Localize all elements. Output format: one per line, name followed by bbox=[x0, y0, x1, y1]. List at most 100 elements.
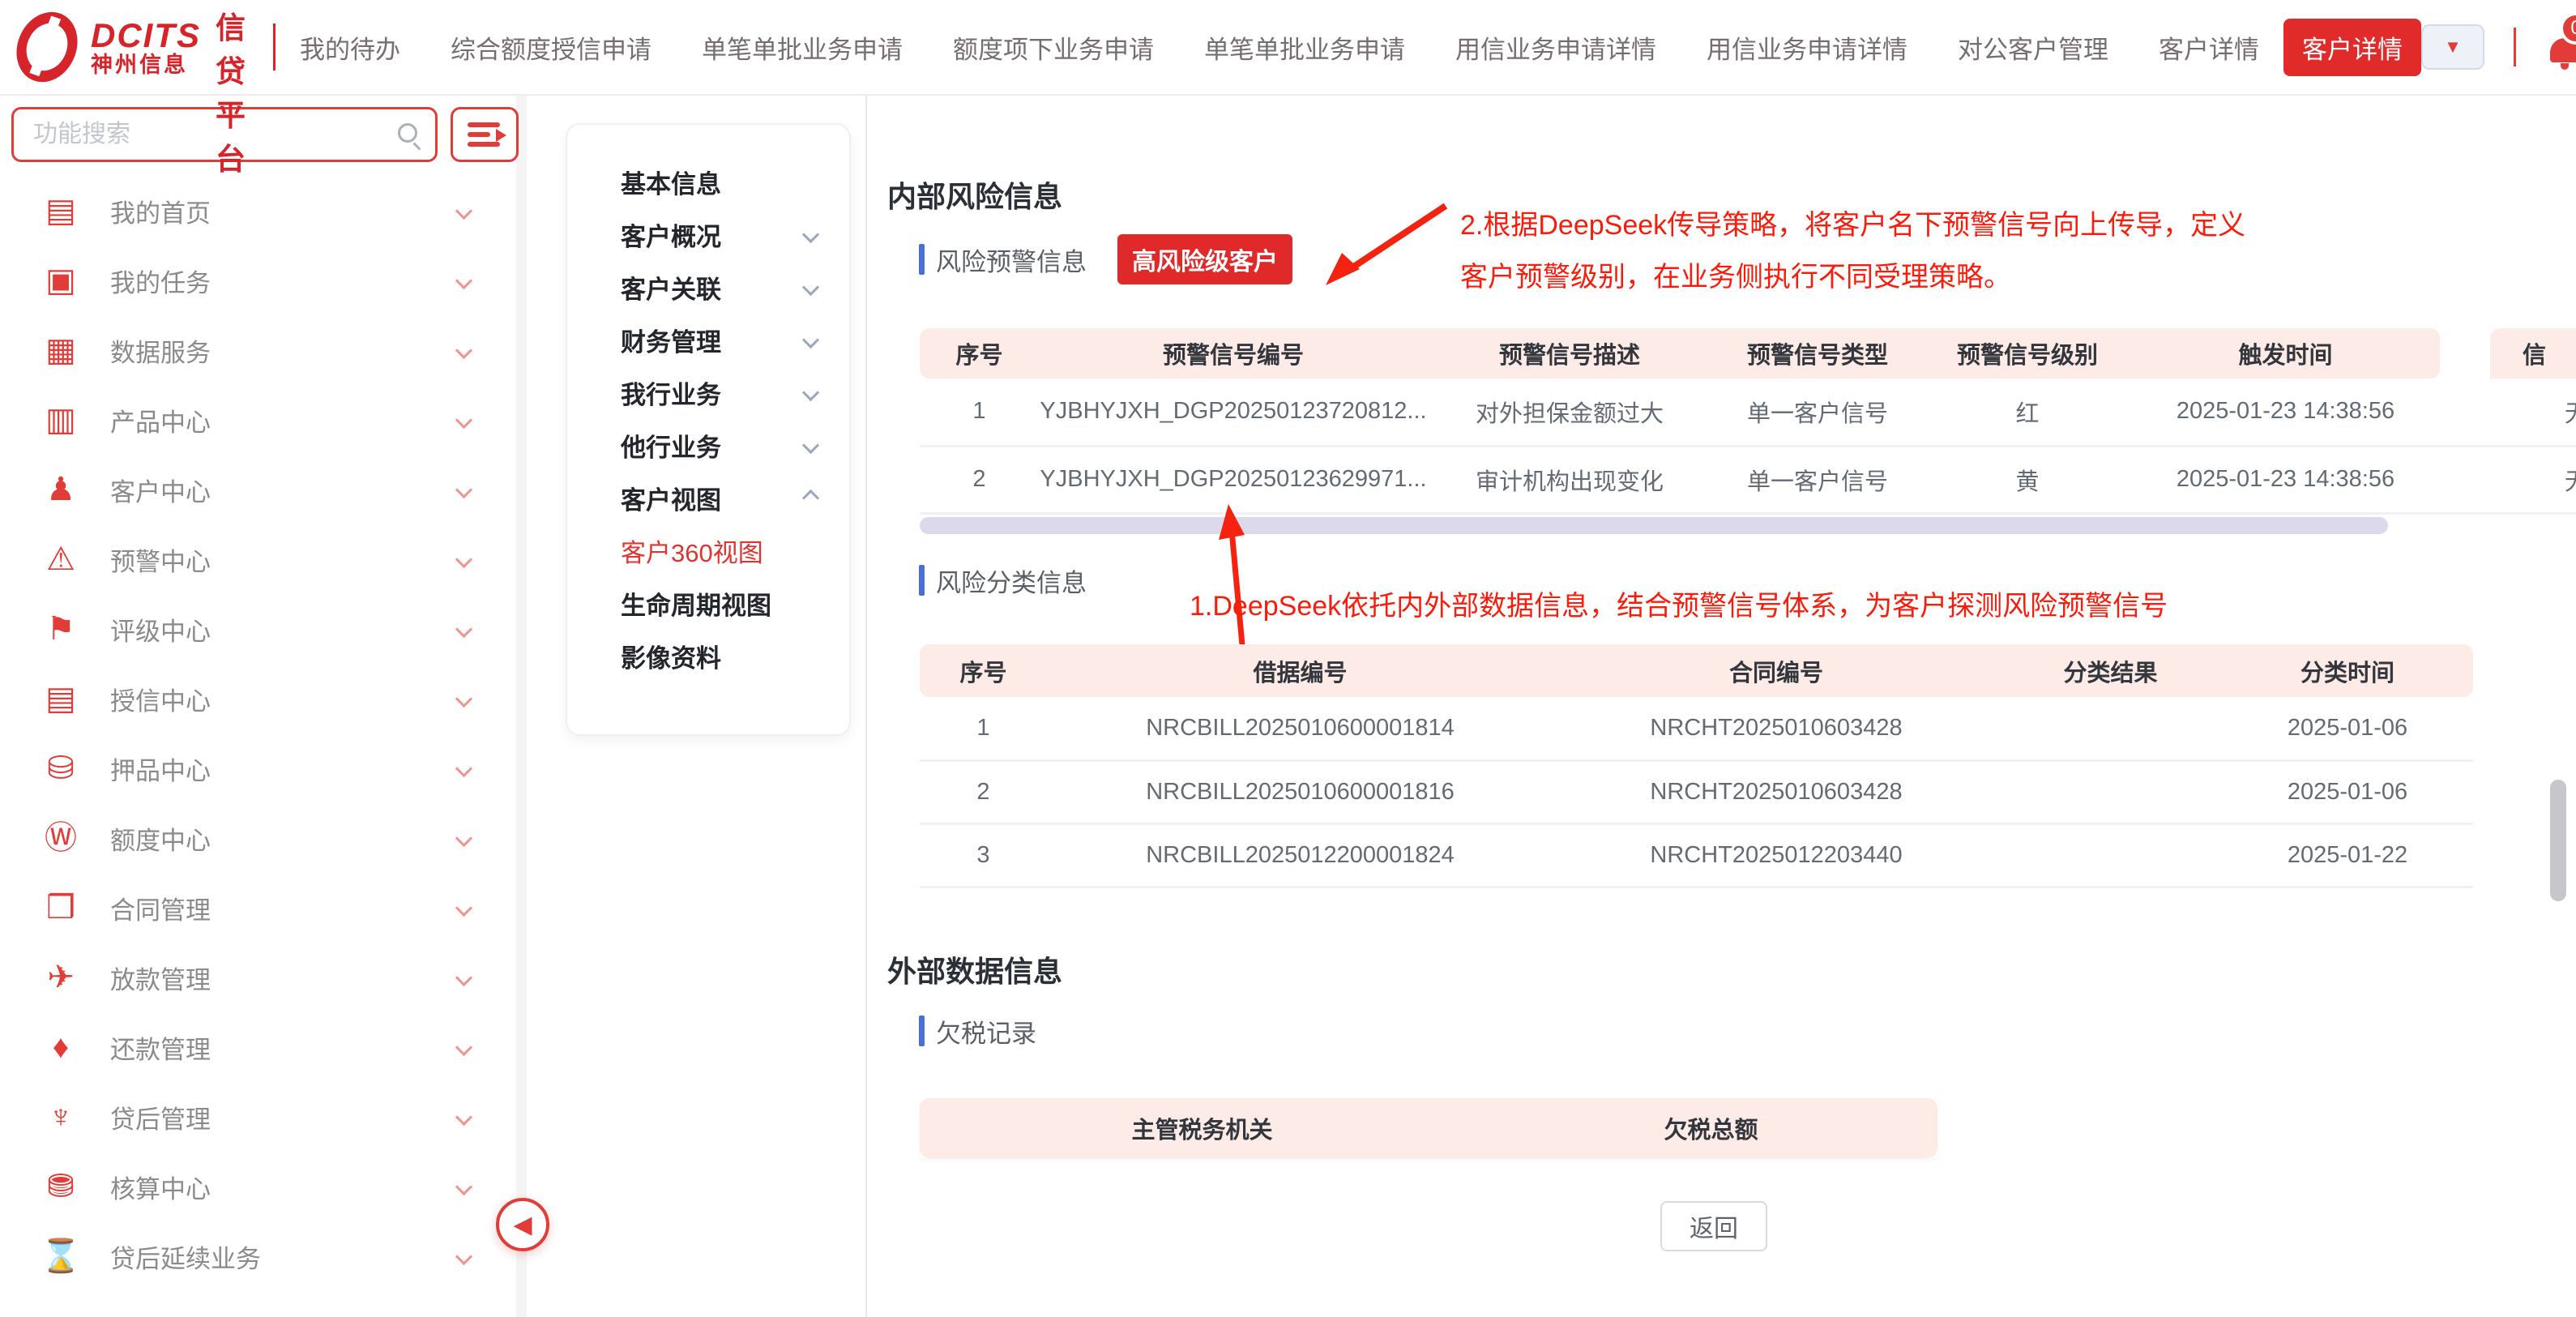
submenu-item-customer-360-view[interactable]: 客户360视图 bbox=[567, 524, 849, 577]
section-marker-bar bbox=[919, 1016, 925, 1046]
sidebar-item-contract-mgmt[interactable]: ❒ 合同管理 bbox=[0, 873, 515, 943]
sidebar-item-post-loan-continuation[interactable]: ⌛ 贷后延续业务 bbox=[0, 1221, 515, 1291]
table-row: 2 YJBHYJXH_DGP20250123629971... 审计机构出现变化… bbox=[920, 446, 2576, 513]
nav-item-loan-use-detail-1[interactable]: 用信业务申请详情 bbox=[1455, 29, 1656, 66]
dropdown-button[interactable]: ▼ bbox=[2421, 24, 2484, 70]
bag-icon: ⛃ bbox=[37, 1170, 84, 1203]
chevron-down-icon bbox=[455, 1247, 472, 1264]
tax-arrears-section-header: 欠税记录 bbox=[919, 1010, 1036, 1052]
horizontal-scrollbar[interactable] bbox=[920, 517, 2388, 534]
sidebar-item-accounting-center[interactable]: ⛃ 核算中心 bbox=[0, 1152, 515, 1221]
annotation-2: 2.根据DeepSeek传导策略，将客户名下预警信号向上传导，定义 客户预警级别… bbox=[1460, 199, 2245, 303]
briefcase-icon: ▣ bbox=[37, 264, 84, 297]
nav-item-credit-line-apply[interactable]: 综合额度授信申请 bbox=[451, 29, 651, 66]
idcard-icon: ▤ bbox=[37, 682, 84, 715]
search-input[interactable] bbox=[33, 121, 390, 148]
arrow-left-icon: ◀ bbox=[513, 1211, 532, 1239]
main-content: 内部风险信息 风险预警信息 高风险级客户 2.根据DeepSeek传导策略，将客… bbox=[865, 96, 2576, 1317]
brand-name: DCITS bbox=[91, 18, 201, 53]
back-button[interactable]: 返回 bbox=[1660, 1201, 1767, 1251]
submenu-item-lifecycle-view[interactable]: 生命周期视图 bbox=[567, 577, 849, 630]
chevron-down-icon bbox=[455, 690, 472, 707]
alert-icon: ⚠ bbox=[37, 543, 84, 575]
sidebar-item-limit-center[interactable]: Ⓦ 额度中心 bbox=[0, 803, 515, 873]
sidebar-item-post-loan-mgmt[interactable]: ♆ 贷后管理 bbox=[0, 1082, 515, 1152]
risk-warning-section-header: 风险预警信息 高风险级客户 bbox=[919, 238, 1292, 280]
section-marker-bar bbox=[919, 565, 925, 596]
sidebar-item-data-services[interactable]: ▦ 数据服务 bbox=[0, 315, 515, 385]
chevron-down-icon bbox=[455, 969, 472, 986]
tax-arrears-table: 主管税务机关 欠税总额 bbox=[920, 1098, 1937, 1158]
sidebar-item-product-center[interactable]: ▥ 产品中心 bbox=[0, 385, 515, 455]
doc-w-icon: Ⓦ bbox=[37, 822, 84, 854]
chevron-down-icon: ▼ bbox=[2444, 36, 2462, 58]
chevron-down-icon bbox=[455, 759, 472, 776]
chevron-down-icon bbox=[802, 331, 819, 348]
nav-item-single-batch-1[interactable]: 单笔单批业务申请 bbox=[702, 29, 903, 66]
sidebar-item-my-home[interactable]: ▤ 我的首页 bbox=[0, 176, 515, 246]
page-vertical-scrollbar[interactable] bbox=[2550, 780, 2566, 901]
chevron-down-icon bbox=[802, 226, 819, 243]
chevron-down-icon bbox=[802, 437, 819, 454]
nav-item-customer-detail[interactable]: 客户详情 bbox=[2159, 29, 2259, 66]
sidebar-item-warning-center[interactable]: ⚠ 预警中心 bbox=[0, 524, 515, 594]
chevron-down-icon bbox=[455, 341, 472, 358]
notifications-button[interactable]: 0 bbox=[2545, 24, 2576, 71]
nav-item-single-batch-2[interactable]: 单笔单批业务申请 bbox=[1204, 29, 1405, 66]
sidebar-item-my-tasks[interactable]: ▣ 我的任务 bbox=[0, 246, 515, 315]
hourglass-icon: ⌛ bbox=[37, 1240, 84, 1272]
chevron-down-icon bbox=[455, 202, 472, 219]
table-header-row: 序号 预警信号编号 预警信号描述 预警信号类型 预警信号级别 触发时间 信 bbox=[920, 328, 2576, 378]
sidebar-item-customer-center[interactable]: ♟ 客户中心 bbox=[0, 455, 515, 524]
menu-collapse-button[interactable] bbox=[451, 107, 519, 162]
sidebar-scrollbar[interactable] bbox=[516, 96, 527, 1317]
idcard-icon: ▤ bbox=[37, 195, 84, 227]
risk-classification-section-header: 风险分类信息 bbox=[919, 559, 1087, 601]
sidebar-item-repayment-mgmt[interactable]: ♦ 还款管理 bbox=[0, 1012, 515, 1082]
sidebar-collapse-button[interactable]: ◀ bbox=[496, 1198, 549, 1251]
calendar-icon: ▦ bbox=[37, 334, 84, 366]
section-marker-bar bbox=[919, 244, 925, 275]
sidebar-item-collateral-center[interactable]: ⛁ 押品中心 bbox=[0, 733, 515, 803]
nav-item-corporate-customer[interactable]: 对公客户管理 bbox=[1958, 29, 2108, 66]
chevron-down-icon bbox=[802, 384, 819, 401]
section-title-external-data: 外部数据信息 bbox=[887, 948, 1062, 990]
submenu-item-other-bank-business[interactable]: 他行业务 bbox=[567, 419, 849, 472]
function-search-row bbox=[11, 107, 519, 162]
top-bar: DCITS 神州信息 综合信贷平台 我的待办 综合额度授信申请 单笔单批业务申请… bbox=[0, 0, 2576, 96]
brand-block: DCITS 神州信息 bbox=[91, 18, 201, 76]
chevron-down-icon bbox=[455, 1178, 472, 1195]
table-header-row: 序号 借据编号 合同编号 分类结果 分类时间 bbox=[920, 644, 2473, 697]
diamond-icon: ♦ bbox=[37, 1031, 84, 1063]
submenu-item-customer-relation[interactable]: 客户关联 bbox=[567, 261, 849, 314]
nav-item-my-todo[interactable]: 我的待办 bbox=[300, 29, 400, 66]
active-tab-customer-detail[interactable]: 客户详情 bbox=[2283, 19, 2421, 76]
sidebar-item-rating-center[interactable]: ⚑ 评级中心 bbox=[0, 594, 515, 664]
table-row: 2 NRCBILL2025010600001816 NRCHT202501060… bbox=[920, 760, 2473, 823]
sidebar-item-disbursement-mgmt[interactable]: ✈ 放款管理 bbox=[0, 943, 515, 1012]
submenu-item-our-bank-business[interactable]: 我行业务 bbox=[567, 366, 849, 419]
dcits-logo-icon bbox=[11, 2, 83, 93]
submenu-item-customer-overview[interactable]: 客户概况 bbox=[567, 208, 849, 261]
submenu-item-image-materials[interactable]: 影像资料 bbox=[567, 630, 849, 682]
search-icon bbox=[398, 123, 417, 143]
topbar-right-cluster: ▼ 0 ⚙ bbox=[2421, 24, 2576, 71]
top-nav: 我的待办 综合额度授信申请 单笔单批业务申请 额度项下业务申请 单笔单批业务申请… bbox=[300, 29, 2259, 66]
submenu-item-basic-info[interactable]: 基本信息 bbox=[567, 156, 849, 208]
submenu-item-finance-mgmt[interactable]: 财务管理 bbox=[567, 314, 849, 366]
hamburger-icon bbox=[468, 122, 500, 127]
left-sidebar: ▤ 我的首页 ▣ 我的任务 ▦ 数据服务 ▥ 产品中心 ♟ 客户中心 ⚠ 预警中… bbox=[0, 96, 527, 1317]
sidebar-item-credit-center[interactable]: ▤ 授信中心 bbox=[0, 664, 515, 733]
clipped-column-header: 信 bbox=[2490, 328, 2576, 378]
table-row: 1 NRCBILL2025010600001814 NRCHT202501060… bbox=[920, 697, 2473, 760]
nav-item-loan-use-detail-2[interactable]: 用信业务申请详情 bbox=[1707, 29, 1907, 66]
submenu-item-customer-view[interactable]: 客户视图 bbox=[567, 472, 849, 524]
annotation-arrow-to-badge bbox=[1318, 195, 1463, 300]
logo-divider bbox=[273, 24, 276, 71]
risk-warning-table: 序号 预警信号编号 预警信号描述 预警信号类型 预警信号级别 触发时间 信 1 … bbox=[920, 328, 2576, 515]
chevron-down-icon bbox=[455, 899, 472, 916]
section-title-internal-risk: 内部风险信息 bbox=[887, 173, 1062, 216]
risk-classification-table: 序号 借据编号 合同编号 分类结果 分类时间 1 NRCBILL20250106… bbox=[920, 644, 2473, 888]
nav-item-under-limit[interactable]: 额度项下业务申请 bbox=[953, 29, 1154, 66]
bag-icon: ⛁ bbox=[37, 752, 84, 785]
